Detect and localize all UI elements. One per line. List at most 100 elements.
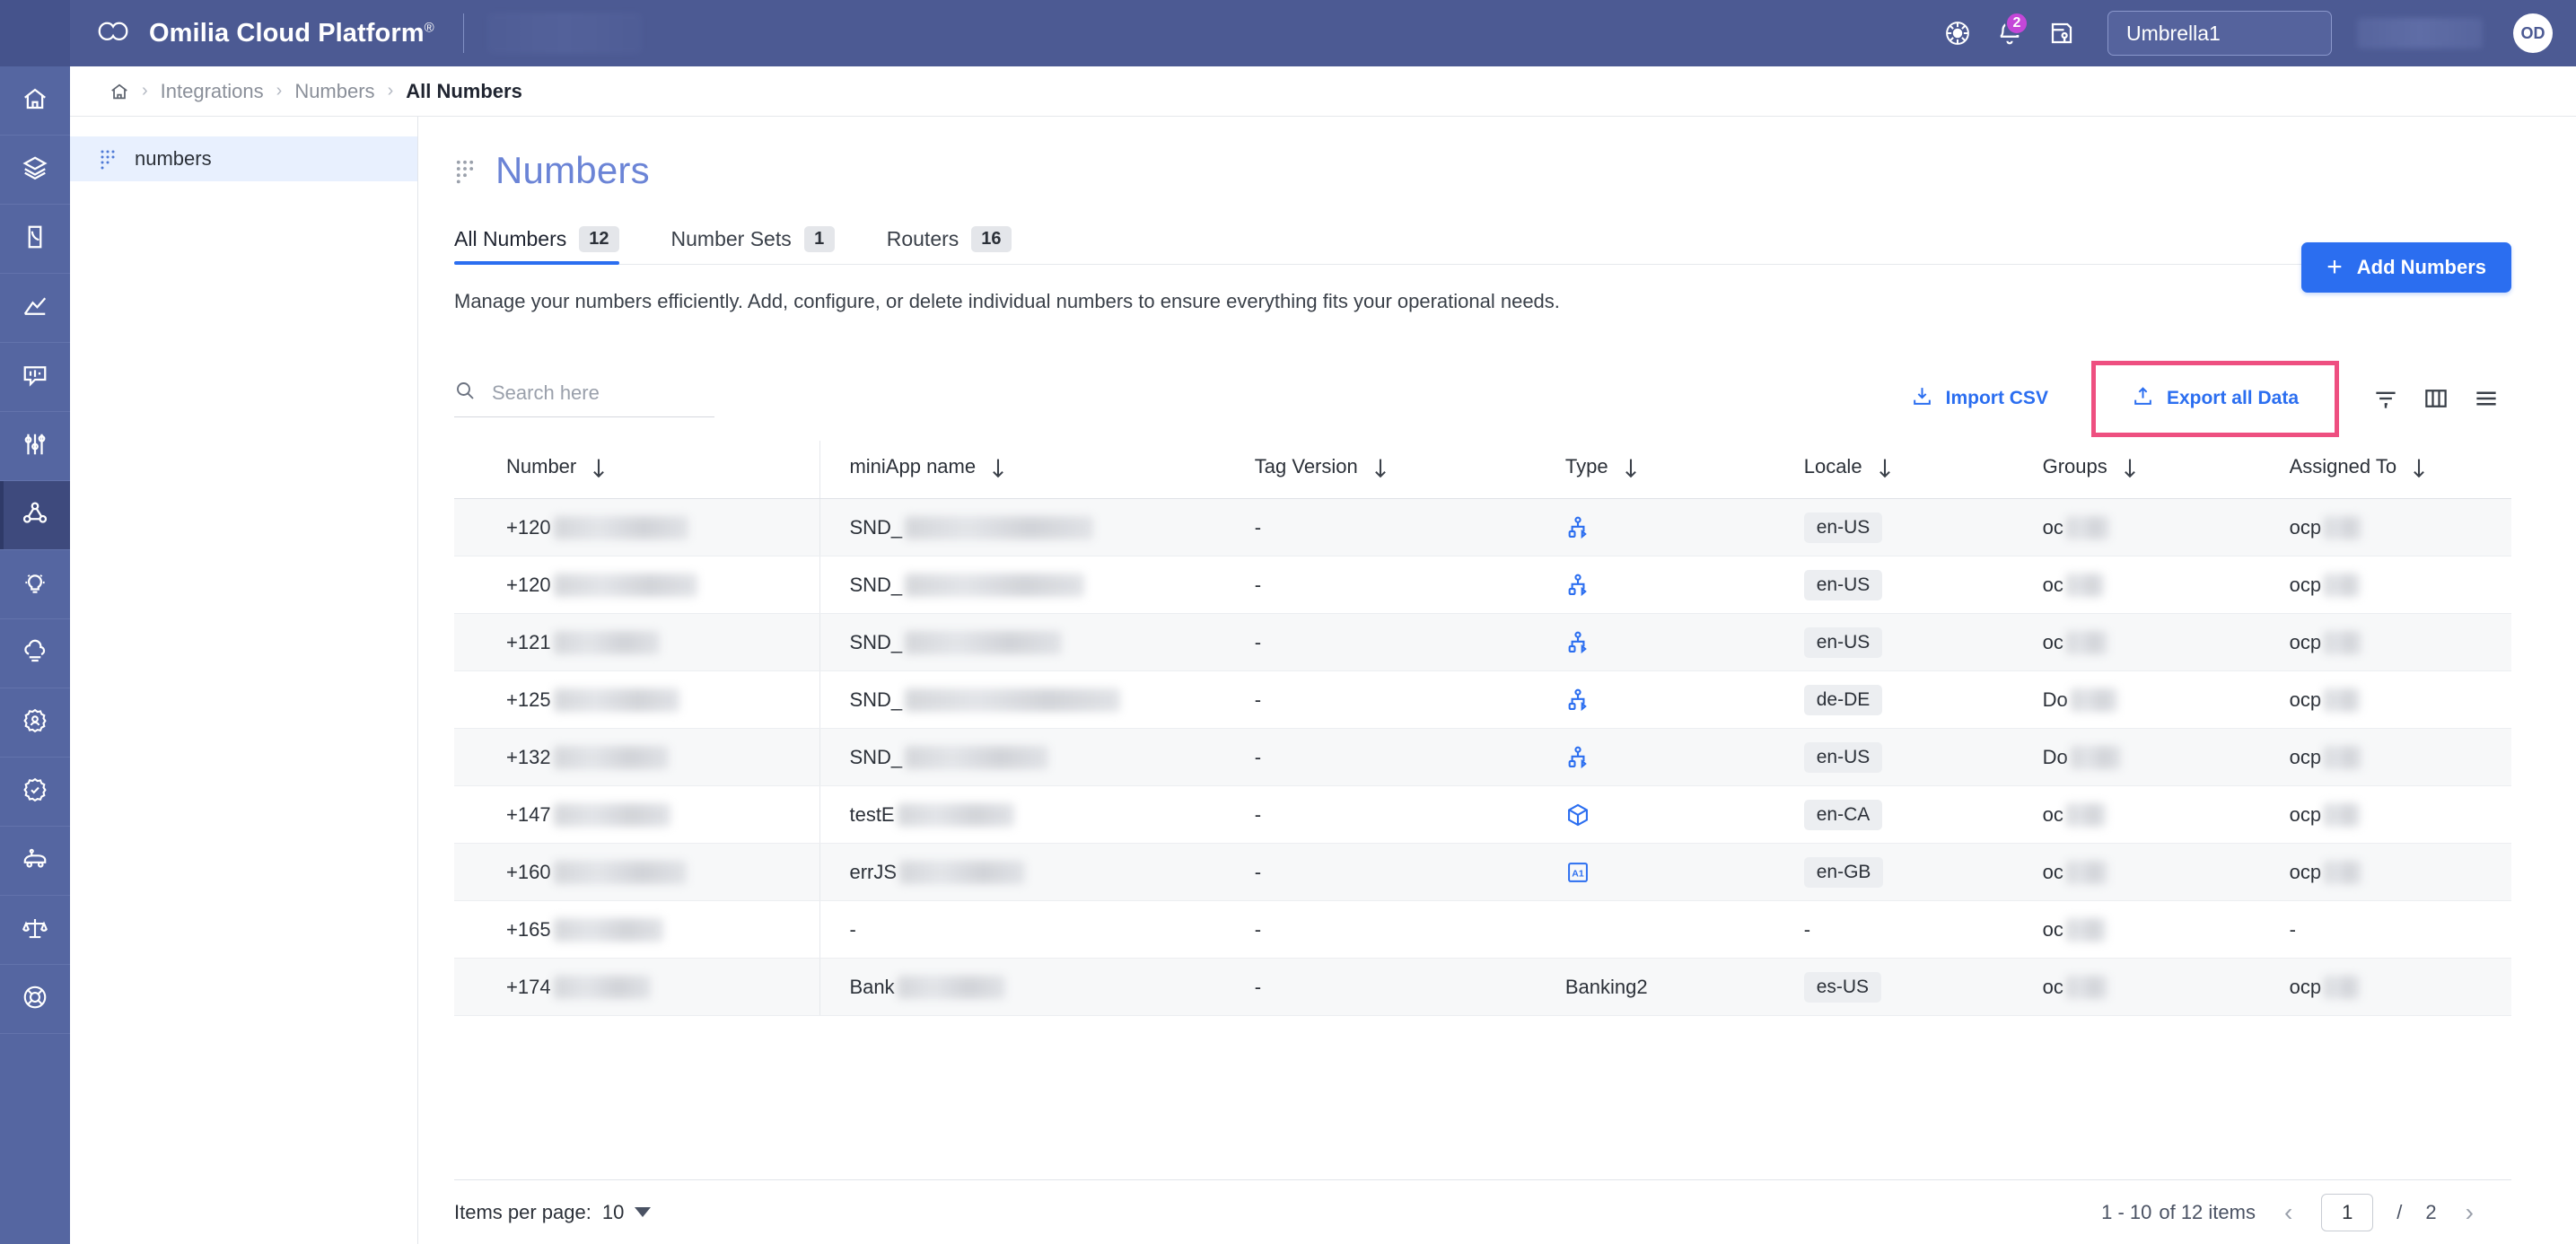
locale-value: -: [1803, 917, 1811, 941]
export-all-data-button[interactable]: Export all Data: [2119, 376, 2311, 422]
brand[interactable]: Omilia Cloud Platform®: [70, 0, 434, 66]
cell-miniapp-name: SND_: [819, 498, 1228, 556]
cube-icon: [1565, 802, 1590, 828]
upload-icon: [2132, 385, 2154, 413]
breadcrumb-item-numbers[interactable]: Numbers: [294, 80, 374, 103]
number-value: +120: [506, 573, 551, 596]
sidebar-item-bots[interactable]: [0, 827, 70, 896]
assigned-to-value: ocp: [2289, 860, 2322, 883]
chevron-right-icon[interactable]: ›: [2460, 1199, 2479, 1225]
sidebar-item-tuning[interactable]: [0, 412, 70, 481]
tag-version-value: -: [1254, 630, 1262, 653]
tag-version-value: -: [1254, 975, 1262, 998]
tenant-selector[interactable]: Umbrella1: [2107, 11, 2332, 56]
column-header-number-label: Number: [506, 455, 577, 477]
tab-all-numbers[interactable]: All Numbers 12: [454, 226, 619, 265]
cell-number: +125: [454, 670, 820, 729]
sidebar-item-analytics[interactable]: [0, 274, 70, 343]
redacted-text: [899, 860, 1026, 884]
table-row[interactable]: +174 Bank - Banking2 es-US oc ocp: [454, 958, 2511, 1016]
table-row[interactable]: +121 SND_ - en-US oc ocp: [454, 613, 2511, 671]
cell-locale: en-GB: [1776, 843, 2016, 901]
table-row[interactable]: +132 SND_ - en-US Do ocp: [454, 728, 2511, 786]
sidebar-item-integrations[interactable]: [0, 481, 70, 550]
top-bar: Omilia Cloud Platform® 2 Umbrella1 OD: [0, 0, 2576, 66]
sidebar-item-compliance[interactable]: [0, 758, 70, 827]
sidebar-item-cloud[interactable]: [0, 619, 70, 688]
sun-icon[interactable]: [1932, 7, 1984, 59]
column-header-tag-version[interactable]: Tag Version: [1227, 441, 1538, 499]
grip-dots-icon: [454, 158, 476, 184]
groups-value: oc: [2042, 917, 2063, 941]
app-body: › Integrations › Numbers › All Numbers n…: [0, 66, 2576, 1244]
column-header-assigned-to[interactable]: Assigned To: [2262, 441, 2511, 499]
groups-value: oc: [2042, 573, 2063, 596]
download-icon: [1911, 385, 1933, 413]
search-input[interactable]: [492, 381, 714, 405]
tab-all-numbers-count: 12: [579, 226, 619, 252]
column-header-type[interactable]: Type: [1538, 441, 1777, 499]
sidebar-item-users[interactable]: [0, 688, 70, 758]
redacted-text: [2324, 515, 2362, 539]
assigned-to-value: ocp: [2289, 975, 2322, 998]
bell-icon[interactable]: 2: [1984, 7, 2036, 59]
cell-tag-version: -: [1227, 900, 1538, 959]
redacted-header-chip: [486, 13, 642, 54]
sidebar-item-governance[interactable]: [0, 896, 70, 965]
sidebar-item-support[interactable]: [0, 965, 70, 1034]
sidebar-item-insights[interactable]: [0, 550, 70, 619]
tab-routers[interactable]: Routers 16: [887, 226, 1012, 265]
miniapp-value: errJS: [849, 860, 898, 883]
locale-value: de-DE: [1803, 684, 1883, 715]
home-icon: [22, 85, 48, 117]
sidebar-item-layers[interactable]: [0, 136, 70, 205]
redacted-text: [2065, 573, 2104, 597]
breadcrumb-item-integrations[interactable]: Integrations: [161, 80, 264, 103]
cell-locale: es-US: [1776, 958, 2016, 1016]
miniapp-value: SND_: [849, 688, 903, 711]
column-header-assigned-to-label: Assigned To: [2289, 455, 2397, 477]
items-per-page-selector[interactable]: Items per page: 10: [454, 1201, 652, 1224]
avatar[interactable]: OD: [2513, 13, 2553, 53]
table-row[interactable]: +147 testE - en-CA oc ocp: [454, 785, 2511, 844]
cell-assigned-to: ocp: [2262, 556, 2511, 614]
table-row[interactable]: +160 errJS - A1 en-GB oc ocp: [454, 843, 2511, 901]
column-header-locale-label: Locale: [1803, 455, 1862, 477]
import-csv-button[interactable]: Import CSV: [1898, 376, 2061, 422]
cell-type: [1538, 900, 1777, 959]
table-row[interactable]: +120 SND_ - en-US oc ocp: [454, 556, 2511, 614]
filter-icon[interactable]: [2361, 373, 2411, 424]
cell-tag-version: -: [1227, 728, 1538, 786]
cell-assigned-to: ocp: [2262, 498, 2511, 556]
column-header-locale[interactable]: Locale: [1776, 441, 2016, 499]
cell-assigned-to: -: [2262, 900, 2511, 959]
column-header-groups[interactable]: Groups: [2015, 441, 2263, 499]
license-key-icon[interactable]: [2036, 7, 2088, 59]
columns-icon[interactable]: [2411, 373, 2461, 424]
tree-item-numbers[interactable]: numbers: [70, 136, 417, 181]
redacted-text: [2065, 975, 2107, 999]
import-csv-label: Import CSV: [1945, 388, 2048, 408]
sidebar-item-call[interactable]: [0, 205, 70, 274]
verified-badge-icon: [22, 776, 48, 808]
table-row[interactable]: +165 - - - oc -: [454, 900, 2511, 959]
redacted-text: [553, 917, 663, 942]
list-menu-icon[interactable]: [2461, 373, 2511, 424]
current-page-input[interactable]: 1: [2321, 1193, 2374, 1231]
sort-down-icon: [1623, 457, 1639, 478]
analytics-icon: [22, 293, 48, 324]
groups-value: Do: [2042, 745, 2068, 768]
sort-down-icon: [591, 457, 607, 478]
sidebar-item-home[interactable]: [0, 66, 70, 136]
chevron-down-icon: [635, 1207, 652, 1217]
tab-number-sets[interactable]: Number Sets 1: [671, 226, 835, 265]
sidebar-item-conversations[interactable]: [0, 343, 70, 412]
table-row[interactable]: +120 SND_ - en-US oc ocp: [454, 498, 2511, 556]
column-header-miniapp-name[interactable]: miniApp name: [819, 441, 1228, 499]
home-icon[interactable]: [110, 82, 129, 101]
column-header-tag-version-label: Tag Version: [1254, 455, 1358, 477]
chevron-left-icon[interactable]: ‹: [2279, 1199, 2298, 1225]
cell-tag-version: -: [1227, 958, 1538, 1016]
column-header-number[interactable]: Number: [454, 441, 820, 499]
table-row[interactable]: +125 SND_ - de-DE Do ocp: [454, 670, 2511, 729]
